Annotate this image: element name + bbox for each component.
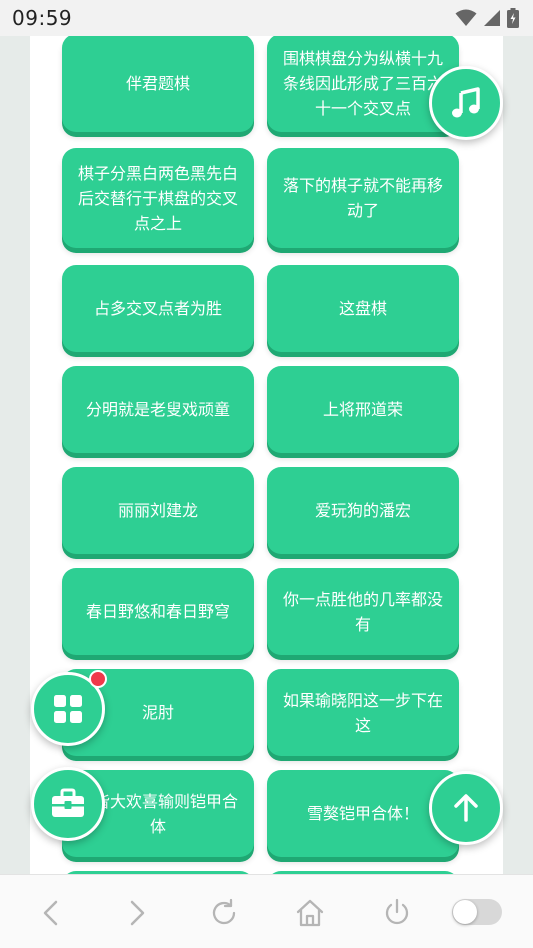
content-area[interactable]: 伴君题棋 围棋棋盘分为纵横十九条线因此形成了三百六十一个交叉点 棋子分黑白两色黑… — [0, 36, 533, 874]
grid-icon — [54, 695, 82, 723]
phrase-tile[interactable]: 围棋棋盘分为纵横十九条线因此形成了三百六十一个交叉点 — [267, 36, 459, 132]
phrase-tile[interactable]: 占多交叉点者为胜 — [62, 265, 254, 352]
toggle-switch[interactable] — [452, 899, 502, 925]
phrase-tile[interactable]: 丽丽刘建龙 — [62, 467, 254, 554]
bottom-nav-bar — [0, 874, 533, 948]
forward-button[interactable] — [117, 893, 157, 933]
phrase-tile[interactable]: 这盘棋 — [267, 265, 459, 352]
phrase-tile[interactable]: 棋子分黑白两色黑先白后交替行于棋盘的交叉点之上 — [62, 148, 254, 248]
notification-badge — [89, 670, 107, 688]
toolbox-icon — [52, 788, 84, 817]
music-button[interactable] — [429, 66, 503, 140]
phrase-tile[interactable]: 如果瑜晓阳这一步下在这 — [267, 669, 459, 756]
phrase-tile[interactable]: 春日野悠和春日野穹 — [62, 568, 254, 655]
toolbox-button[interactable] — [31, 767, 105, 841]
arrow-up-icon — [454, 794, 478, 822]
phrase-tile[interactable]: 你一点胜他的几率都没有 — [267, 568, 459, 655]
toggle-knob — [453, 900, 477, 924]
refresh-button[interactable] — [204, 893, 244, 933]
home-icon — [296, 899, 324, 927]
phrase-tile[interactable]: 落下的棋子就不能再移动了 — [267, 148, 459, 248]
music-note-icon — [452, 87, 480, 118]
battery-icon — [507, 8, 519, 28]
phrase-grid: 伴君题棋 围棋棋盘分为纵横十九条线因此形成了三百六十一个交叉点 棋子分黑白两色黑… — [0, 36, 533, 874]
wifi-icon — [455, 9, 477, 26]
scroll-top-button[interactable] — [429, 771, 503, 845]
phrase-tile[interactable]: 上将邢道荣 — [267, 366, 459, 453]
home-button[interactable] — [290, 893, 330, 933]
forward-icon — [130, 900, 145, 926]
status-time: 09:59 — [12, 6, 73, 30]
power-button[interactable] — [377, 893, 417, 933]
power-icon — [385, 898, 409, 925]
phrase-tile[interactable]: 分明就是老叟戏顽童 — [62, 366, 254, 453]
status-bar: 09:59 — [0, 0, 533, 36]
status-icons — [455, 8, 519, 28]
back-button[interactable] — [31, 893, 71, 933]
back-icon — [43, 900, 58, 926]
signal-icon — [484, 10, 500, 26]
refresh-icon — [212, 898, 236, 925]
phrase-tile[interactable]: 爱玩狗的潘宏 — [267, 467, 459, 554]
phrase-tile[interactable]: 伴君题棋 — [62, 36, 254, 132]
